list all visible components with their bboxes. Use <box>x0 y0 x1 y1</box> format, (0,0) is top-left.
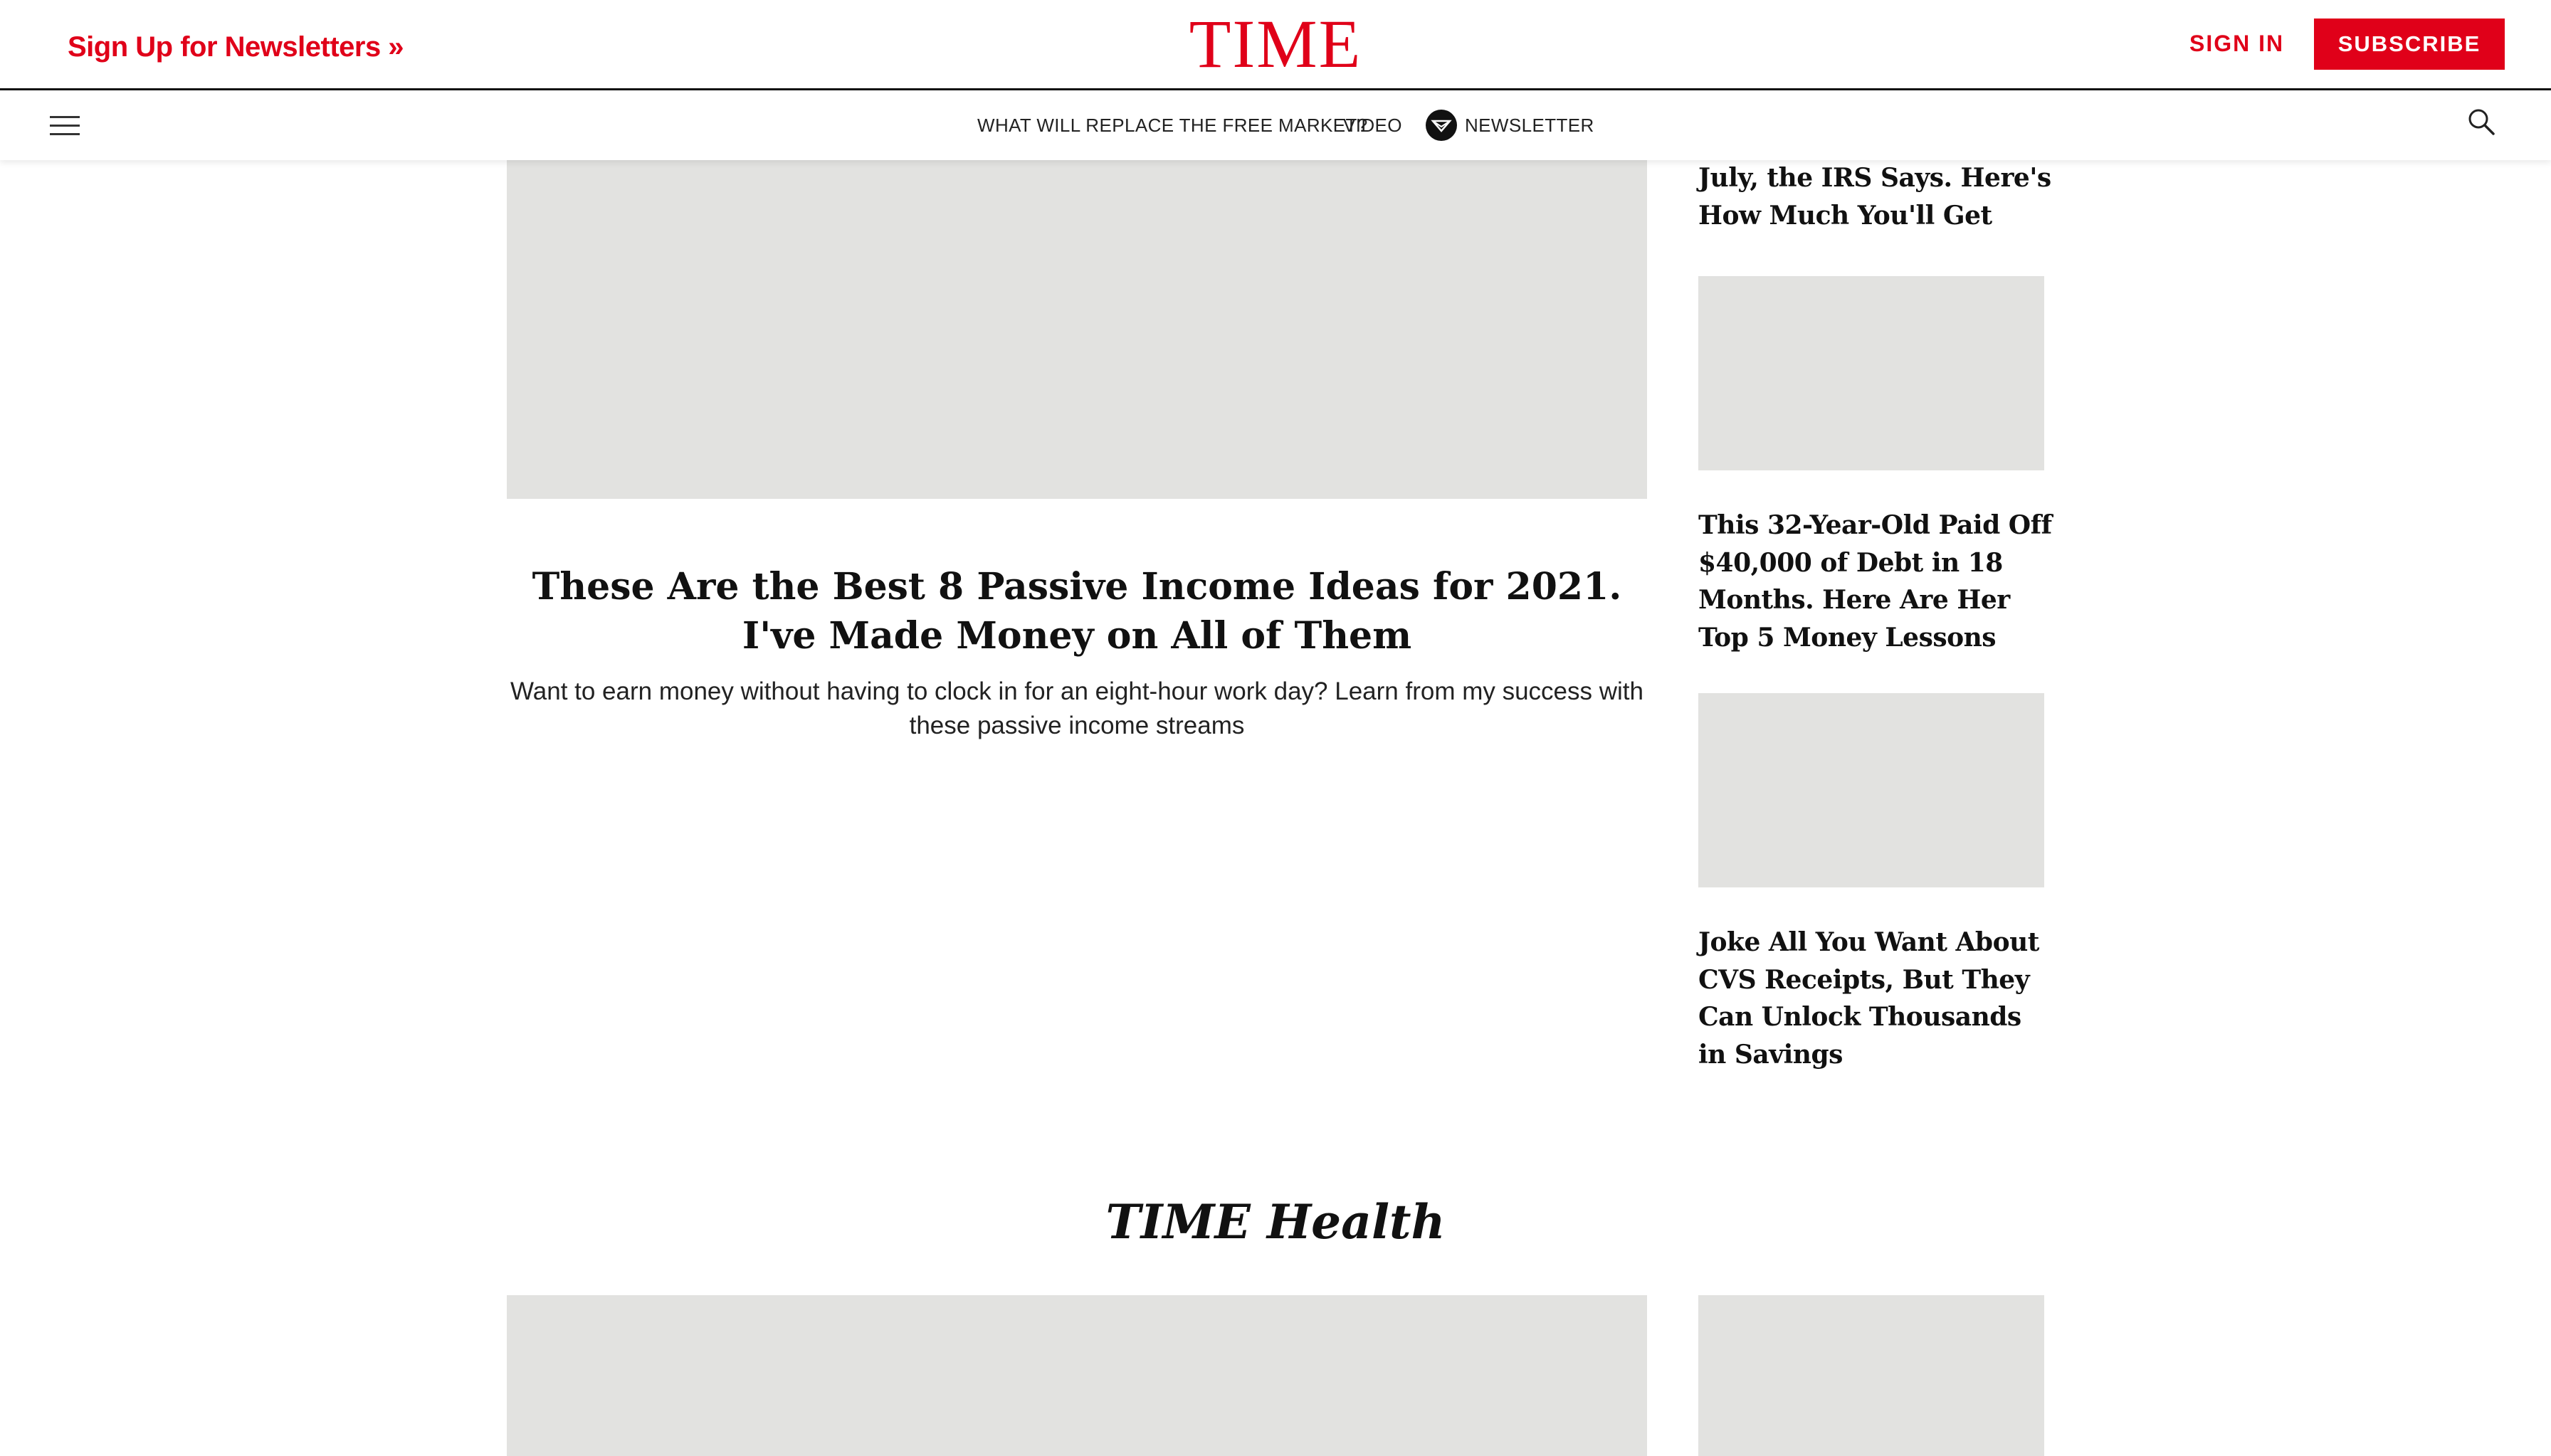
nav-item-free-market[interactable]: WHAT WILL REPLACE THE FREE MARKET? <box>977 115 1368 137</box>
newsletter-signup-link[interactable]: Sign Up for Newsletters » <box>68 31 404 63</box>
nav-bar: WHAT WILL REPLACE THE FREE MARKET? VIDEO… <box>0 92 2551 160</box>
subscribe-button[interactable]: SUBSCRIBE <box>2314 19 2505 70</box>
sidebar-article-title[interactable]: This 32-Year-Old Paid Off $40,000 of Deb… <box>1698 507 2054 656</box>
sidebar-article-title[interactable]: Joke All You Want About CVS Receipts, Bu… <box>1698 924 2054 1073</box>
health-article-image[interactable] <box>507 1295 1647 1456</box>
health-sidebar-image[interactable] <box>1698 1295 2044 1456</box>
featured-article-image[interactable] <box>507 160 1647 499</box>
section-title-time-health[interactable]: TIME Health <box>0 1193 2551 1250</box>
nav-item-newsletter[interactable]: NEWSLETTER <box>1465 115 1594 137</box>
featured-article-title[interactable]: These Are the Best 8 Passive Income Idea… <box>507 562 1647 660</box>
nav-item-video[interactable]: VIDEO <box>1343 115 1402 137</box>
time-logo[interactable]: TIME <box>1189 10 1362 78</box>
featured-article-description: Want to earn money without having to clo… <box>510 677 1643 739</box>
newsletter-icon[interactable] <box>1426 110 1457 141</box>
top-header: Sign Up for Newsletters » TIME SIGN IN S… <box>0 0 2551 90</box>
search-icon[interactable] <box>2467 107 2495 136</box>
sidebar-article-title[interactable]: July, the IRS Says. Here's How Much You'… <box>1698 159 2054 234</box>
sidebar-article-image[interactable] <box>1698 276 2044 470</box>
sidebar-article-image[interactable] <box>1698 693 2044 887</box>
sign-in-link[interactable]: SIGN IN <box>2189 31 2284 57</box>
hamburger-menu-icon[interactable] <box>50 116 80 136</box>
